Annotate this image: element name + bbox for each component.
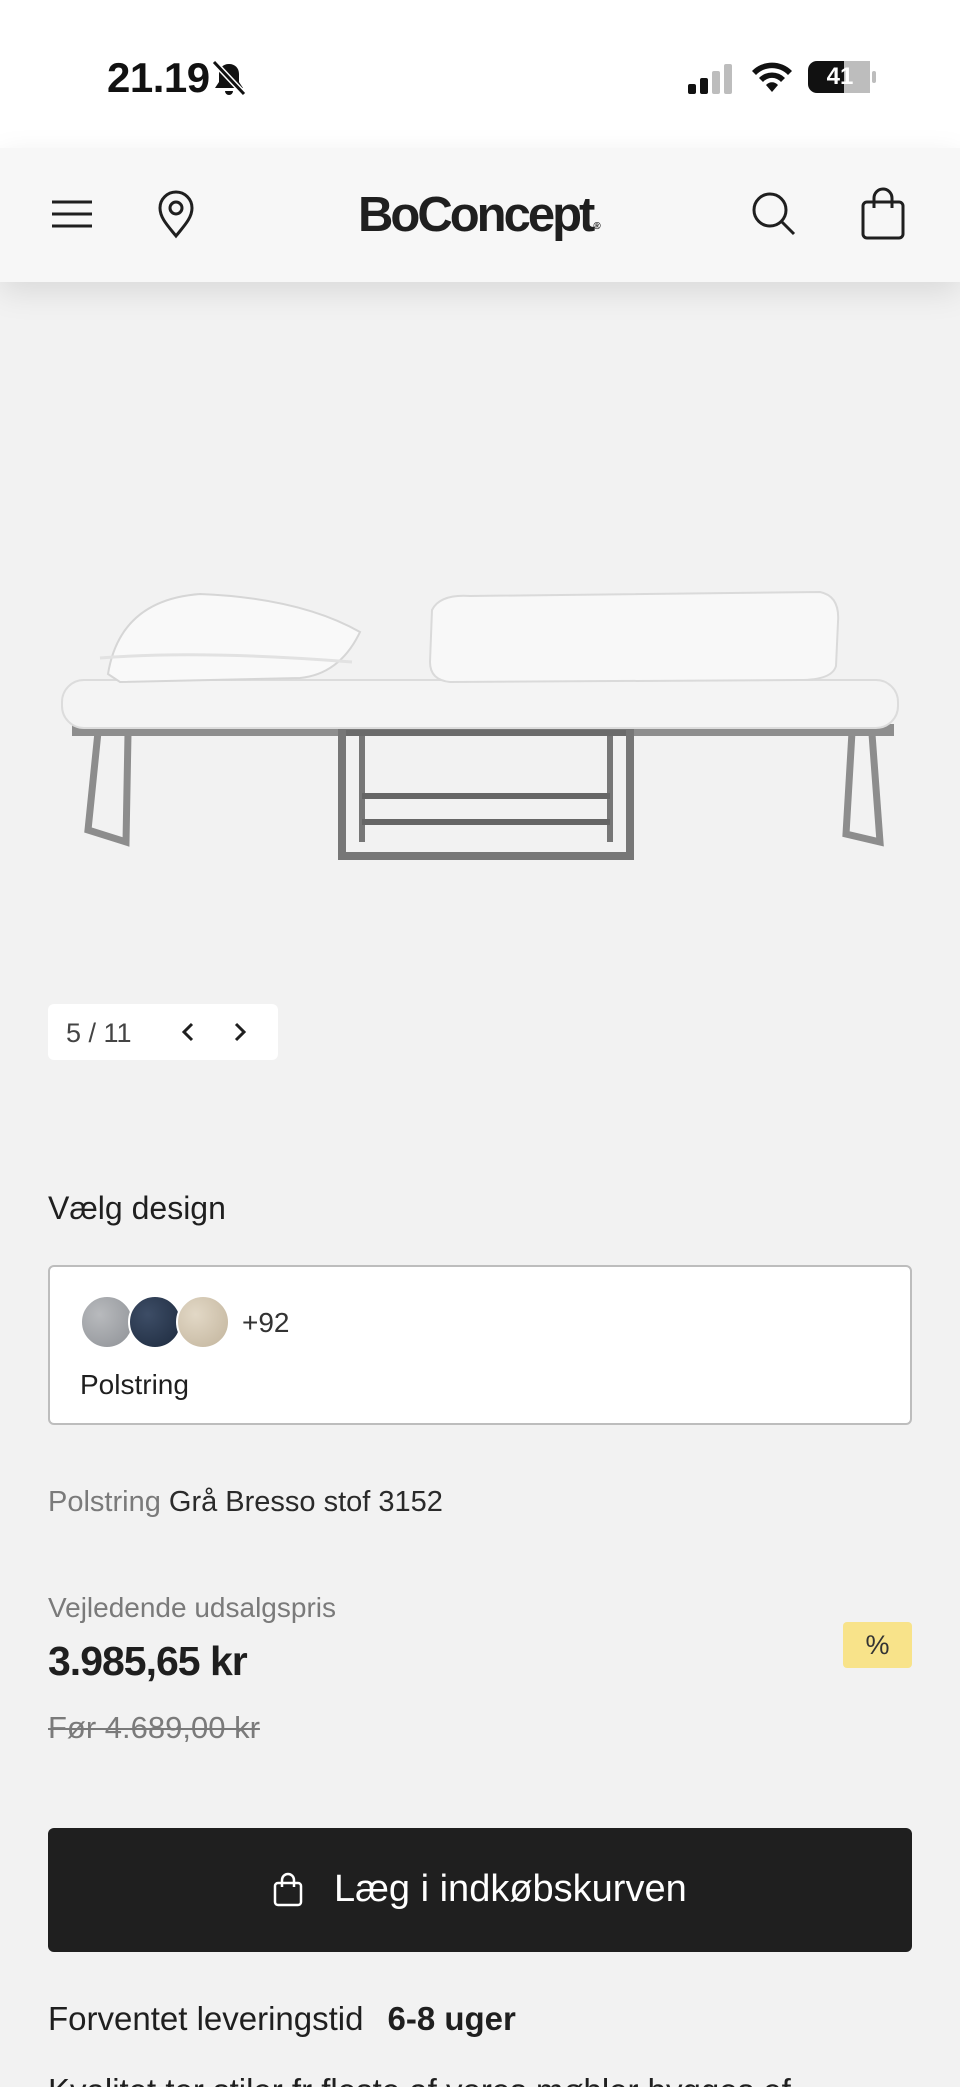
more-options-count: +92 [242, 1307, 290, 1338]
selection-key: Polstring [48, 1486, 161, 1518]
image-pager: 5 / 11 [48, 1004, 278, 1060]
next-image-chevron-icon[interactable] [222, 1014, 258, 1050]
original-price: Før 4.689,00 kr [48, 1710, 260, 1745]
fabric-swatch-beige [176, 1295, 230, 1349]
site-header: BoConcept® [0, 148, 960, 282]
status-time: 21.19 [107, 54, 210, 101]
brand-logo[interactable]: BoConcept® [358, 180, 601, 250]
delivery-description: Kvalitet ter stiler fr fleste af vores m… [48, 2072, 912, 2087]
status-bar: 21.19 41 [0, 0, 960, 148]
pager-position: 5 / 11 [66, 1018, 132, 1048]
delivery-label: Forventet leveringstid [48, 2000, 364, 2037]
shopping-bag-icon[interactable] [855, 186, 911, 242]
add-to-cart-button[interactable]: Læg i indkøbskurven [48, 1828, 912, 1952]
add-to-cart-label: Læg i indkøbskurven [334, 1868, 687, 1910]
search-icon[interactable] [746, 186, 802, 242]
cellular-signal-icon [688, 64, 732, 94]
current-price: 3.985,65 kr [48, 1638, 248, 1684]
upholstery-selector[interactable]: +92 Polstring [48, 1265, 912, 1425]
upholstery-label: Polstring [80, 1369, 189, 1400]
wifi-icon [752, 62, 792, 92]
selection-value: Grå Bresso stof 3152 [168, 1486, 443, 1518]
price-label: Vejledende udsalgspris [48, 1592, 336, 1623]
store-locator-pin-icon[interactable] [148, 186, 204, 242]
design-section-title: Vælg design [48, 1190, 226, 1226]
bell-off-icon [211, 59, 247, 97]
battery-level: 41 [826, 63, 854, 90]
delivery-value: 6-8 uger [387, 2000, 516, 2037]
fabric-swatch-grey [80, 1295, 134, 1349]
delivery-time: Forventet leveringstid 6-8 uger [48, 2000, 516, 2038]
fabric-swatch-navy [128, 1295, 182, 1349]
product-image[interactable] [0, 282, 960, 982]
previous-image-chevron-icon[interactable] [170, 1014, 206, 1050]
shopping-bag-icon [273, 1872, 303, 1907]
selected-upholstery: Polstring Grå Bresso stof 3152 [48, 1486, 443, 1519]
hamburger-menu-icon[interactable] [44, 186, 100, 242]
discount-badge: % [843, 1622, 912, 1668]
